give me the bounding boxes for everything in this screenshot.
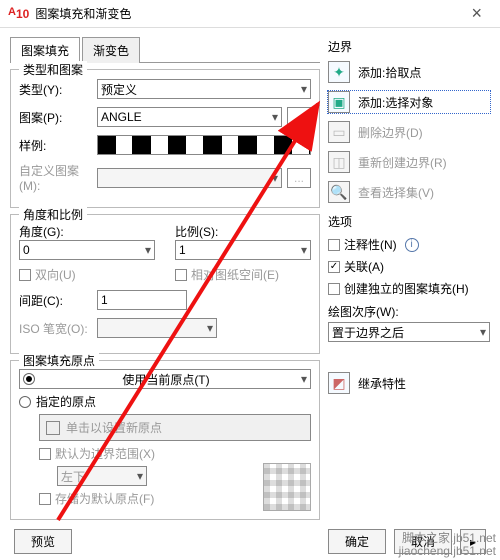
tab-gradient[interactable]: 渐变色	[82, 37, 140, 63]
gap-label: 间距(C):	[19, 292, 97, 309]
tab-bar: 图案填充 渐变色	[10, 36, 320, 63]
delete-boundary-button: ▭删除边界(D)	[328, 121, 490, 143]
add-pickpoint-button[interactable]: ✦添加:拾取点	[328, 61, 490, 83]
type-label: 类型(Y):	[19, 81, 97, 98]
radio-use-current[interactable]: 使用当前原点(T)	[19, 369, 311, 389]
pattern-select[interactable]: ANGLE	[97, 107, 282, 127]
default-extent-checkbox: 默认为边界范围(X)	[39, 445, 311, 462]
custom-pattern-label: 自定义图案(M):	[19, 162, 97, 193]
crosshair-icon	[46, 421, 60, 435]
angle-select[interactable]: 0	[19, 240, 155, 260]
iso-label: ISO 笔宽(O):	[19, 320, 97, 337]
extent-select: 左下	[57, 466, 147, 486]
custom-pattern-select	[97, 168, 282, 188]
magnify-icon: 🔍	[328, 181, 350, 203]
sample-label: 样例:	[19, 137, 97, 154]
inherit-icon: ◩	[328, 372, 350, 394]
pattern-browse-button[interactable]: ...	[287, 107, 311, 127]
origin-preview	[263, 463, 311, 511]
scale-label: 比例(S):	[175, 223, 311, 240]
annotative-checkbox[interactable]: 注释性(N)i	[328, 236, 490, 253]
associative-checkbox[interactable]: ✓关联(A)	[328, 258, 490, 275]
add-select-button[interactable]: ▣添加:选择对象	[328, 91, 490, 113]
recreate-boundary-button: ◫重新创建边界(R)	[328, 151, 490, 173]
preview-button[interactable]: 预览	[14, 529, 72, 554]
custom-browse-button: ...	[287, 168, 311, 188]
recreate-icon: ◫	[328, 151, 350, 173]
boundary-title: 边界	[328, 38, 490, 55]
scale-select[interactable]: 1	[175, 240, 311, 260]
tab-hatch[interactable]: 图案填充	[10, 37, 80, 63]
iso-select	[97, 318, 217, 338]
type-select[interactable]: 预定义	[97, 79, 311, 99]
app-icon: A10	[8, 6, 29, 21]
bidir-checkbox: 双向(U)	[19, 266, 155, 283]
options-title: 选项	[328, 213, 490, 230]
independent-checkbox[interactable]: 创建独立的图案填充(H)	[328, 280, 490, 297]
plus-pick-icon: ✦	[328, 61, 350, 83]
set-origin-button: 单击以设置新原点	[39, 414, 311, 441]
draworder-label: 绘图次序(W):	[328, 303, 490, 320]
radio-specified[interactable]: 指定的原点	[19, 393, 311, 410]
angle-label: 角度(G):	[19, 223, 155, 240]
draworder-select[interactable]: 置于边界之后	[328, 322, 490, 342]
inherit-button[interactable]: ◩继承特性	[328, 372, 490, 394]
ok-button[interactable]: 确定	[328, 529, 386, 554]
window-title: 图案填充和渐变色	[35, 5, 131, 22]
delete-icon: ▭	[328, 121, 350, 143]
view-selection-button: 🔍查看选择集(V)	[328, 181, 490, 203]
sample-swatch[interactable]	[97, 135, 311, 155]
group-type-pattern: 类型和图案	[19, 61, 87, 78]
group-origin: 图案填充原点	[19, 352, 99, 369]
watermark: 脚本之家.jb51.netjiaocheng.jb51.net	[399, 532, 496, 558]
info-icon[interactable]: i	[405, 238, 419, 252]
plus-select-icon: ▣	[328, 91, 350, 113]
pattern-label: 图案(P):	[19, 109, 97, 126]
relpaper-checkbox: 相对图纸空间(E)	[175, 266, 311, 283]
group-angle-scale: 角度和比例	[19, 206, 87, 223]
close-icon[interactable]: ×	[461, 3, 492, 24]
gap-input[interactable]	[97, 290, 187, 310]
